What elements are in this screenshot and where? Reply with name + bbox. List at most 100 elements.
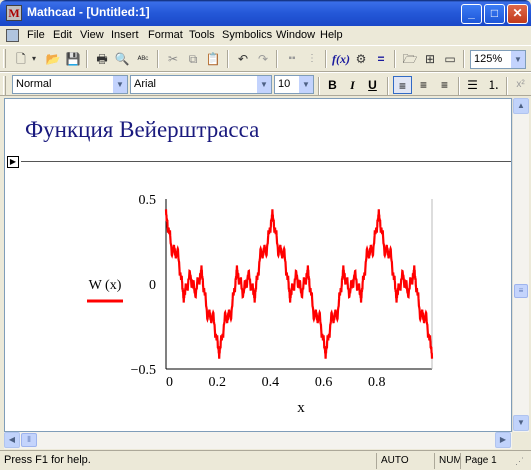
- chevron-down-icon[interactable]: ▼: [112, 76, 127, 93]
- scroll-down-icon[interactable]: ▼: [513, 415, 529, 431]
- resource-center-icon[interactable]: 🗁: [401, 50, 419, 68]
- underline-button[interactable]: U: [363, 76, 382, 94]
- chevron-down-icon[interactable]: ▼: [510, 51, 525, 68]
- toolbar-separator: [86, 50, 88, 68]
- chevron-down-icon[interactable]: ▼: [298, 76, 313, 93]
- align-center-icon[interactable]: ≡: [414, 76, 433, 94]
- x-tick-label: 0.4: [262, 375, 280, 390]
- align-down-icon[interactable]: ⋮: [303, 50, 321, 68]
- toolbar-separator: [394, 50, 396, 68]
- x-tick-label: 0.8: [368, 375, 386, 390]
- font-size-value: 10: [278, 78, 291, 90]
- align-right-icon[interactable]: ≡: [435, 76, 454, 94]
- toolbar-grip[interactable]: [3, 76, 6, 95]
- undo-icon[interactable]: ↶: [234, 50, 252, 68]
- document-icon[interactable]: [6, 29, 19, 42]
- resize-grip-icon[interactable]: ⋰: [515, 456, 524, 467]
- formatting-toolbar: Normal ▼ Arial ▼ 10 ▼ B I U ≡ ≡ ≡ ☰ ⒈ x²: [0, 72, 531, 96]
- vertical-scrollbar[interactable]: ▲ ≡ ▼: [512, 98, 529, 432]
- maximize-button[interactable]: □: [484, 4, 505, 24]
- toolbar-separator: [227, 50, 229, 68]
- menu-format[interactable]: Format: [148, 29, 183, 41]
- standard-toolbar: 🗋 ▾ 📂 💾 🖶 🔍 ᴬᴮᶜ ✂ ⧉ 📋 ↶ ↷ ▪▪ ⋮ f(x) ⚙ = …: [0, 45, 531, 72]
- horizontal-scrollbar[interactable]: ◀ ⦀ ▶: [4, 432, 512, 449]
- close-button[interactable]: ✕: [507, 4, 528, 24]
- status-calc-mode: AUTO: [376, 453, 426, 469]
- scroll-up-icon[interactable]: ▲: [513, 98, 529, 114]
- spell-check-icon[interactable]: ᴬᴮᶜ: [134, 50, 152, 68]
- menu-insert[interactable]: Insert: [111, 29, 139, 41]
- toolbar-separator: [325, 50, 327, 68]
- style-select[interactable]: Normal ▼: [12, 75, 128, 94]
- cut-icon[interactable]: ✂: [164, 50, 182, 68]
- y-tick-label: −0.5: [131, 363, 156, 378]
- font-size-select[interactable]: 10 ▼: [274, 75, 314, 94]
- menu-file[interactable]: File: [27, 29, 45, 41]
- title-bar: M Mathcad - [Untitled:1] _ □ ✕: [0, 0, 531, 26]
- align-across-icon[interactable]: ▪▪: [283, 50, 301, 68]
- menu-help[interactable]: Help: [320, 29, 343, 41]
- copy-icon[interactable]: ⧉: [184, 50, 202, 68]
- minimize-button[interactable]: _: [461, 4, 482, 24]
- open-folder-icon[interactable]: 📂: [44, 50, 62, 68]
- paste-icon[interactable]: 📋: [204, 50, 222, 68]
- zoom-select[interactable]: 125% ▼: [470, 50, 526, 69]
- insert-unit-icon[interactable]: ⚙: [352, 50, 370, 68]
- menu-view[interactable]: View: [80, 29, 104, 41]
- window-title: Mathcad - [Untitled:1]: [27, 5, 150, 19]
- print-preview-icon[interactable]: 🔍: [113, 50, 131, 68]
- font-value: Arial: [134, 78, 157, 90]
- x-tick-label: 0.2: [208, 375, 226, 390]
- new-dropdown-chevron-icon[interactable]: ▾: [30, 50, 38, 68]
- toolbar-separator: [506, 77, 508, 95]
- bold-button[interactable]: B: [323, 76, 342, 94]
- redo-icon[interactable]: ↷: [254, 50, 272, 68]
- mathcad-app-icon[interactable]: M: [6, 5, 22, 21]
- superscript-icon[interactable]: x²: [511, 76, 530, 94]
- x-tick-label: 0.6: [315, 375, 333, 390]
- menu-window[interactable]: Window: [276, 29, 315, 41]
- scroll-right-icon[interactable]: ▶: [495, 432, 511, 448]
- weierstrass-curve: [164, 209, 434, 359]
- status-bar: Press F1 for help. AUTO NUM Page 1 ⋰: [0, 450, 531, 470]
- menu-tools[interactable]: Tools: [189, 29, 215, 41]
- zoom-value: 125%: [474, 53, 503, 65]
- insert-function-icon[interactable]: f(x): [332, 50, 350, 68]
- weierstrass-plot[interactable]: 0.5 0 −0.5 0 0.2 0.4 0.6 0.8 x W (x): [5, 99, 512, 432]
- math-region-icon[interactable]: ▭: [441, 50, 459, 68]
- x-tick-label: 0: [166, 375, 173, 390]
- align-left-icon[interactable]: ≡: [393, 76, 412, 94]
- print-icon[interactable]: 🖶: [93, 50, 111, 68]
- component-icon[interactable]: ⊞: [421, 50, 439, 68]
- toolbar-separator: [387, 77, 389, 95]
- x-axis-label: x: [297, 400, 305, 416]
- worksheet[interactable]: Функция Вейерштрасса ▶ 0.5 0 −0.5 0 0.2 0.4 0.…: [4, 98, 512, 432]
- toolbar-grip[interactable]: [3, 49, 6, 68]
- toolbar-separator: [276, 50, 278, 68]
- legend-label: W (x): [89, 278, 122, 293]
- vertical-scroll-thumb[interactable]: ≡: [514, 284, 528, 298]
- toolbar-separator: [463, 50, 465, 68]
- menu-symbolics[interactable]: Symbolics: [222, 29, 272, 41]
- bullet-list-icon[interactable]: ☰: [463, 76, 482, 94]
- save-disk-icon[interactable]: 💾: [64, 50, 82, 68]
- menu-bar: File Edit View Insert Format Tools Symbo…: [0, 26, 531, 45]
- horizontal-scroll-thumb[interactable]: ⦀: [21, 433, 37, 447]
- toolbar-separator: [318, 77, 320, 95]
- status-page: Page 1: [460, 453, 510, 469]
- menu-edit[interactable]: Edit: [53, 29, 72, 41]
- numbered-list-icon[interactable]: ⒈: [484, 76, 503, 94]
- style-value: Normal: [16, 78, 52, 90]
- status-help-text: Press F1 for help.: [4, 454, 91, 466]
- new-document-icon[interactable]: 🗋: [12, 50, 30, 68]
- toolbar-separator: [157, 50, 159, 68]
- italic-button[interactable]: I: [343, 76, 362, 94]
- toolbar-separator: [458, 77, 460, 95]
- font-select[interactable]: Arial ▼: [130, 75, 272, 94]
- scroll-left-icon[interactable]: ◀: [4, 432, 20, 448]
- status-num-lock: NUM: [434, 453, 462, 469]
- chevron-down-icon[interactable]: ▼: [256, 76, 271, 93]
- calculate-icon[interactable]: =: [372, 50, 390, 68]
- y-tick-label: 0.5: [139, 193, 157, 208]
- y-tick-label: 0: [149, 278, 156, 293]
